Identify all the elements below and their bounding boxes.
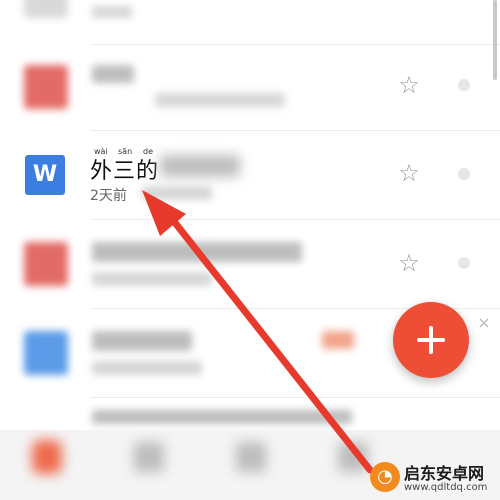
watermark-brand: 启东安卓网: [404, 464, 485, 483]
pointer-arrow-annotation: [142, 190, 374, 474]
watermark-url: www.qdltdq.com: [404, 482, 488, 493]
site-watermark: ◔ 启东安卓网 www.qdltdq.com: [360, 458, 500, 500]
watermark-logo-icon: ◔: [370, 462, 400, 492]
